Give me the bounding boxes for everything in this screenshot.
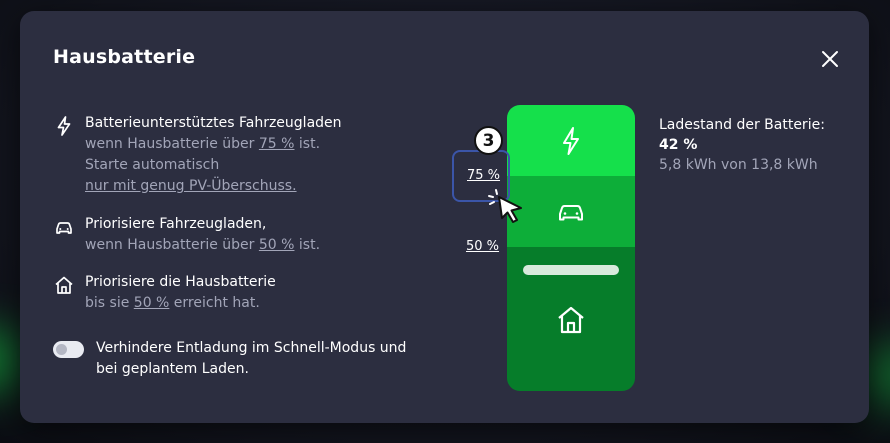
option-condition: wenn Hausbatterie über 75 % ist. — [85, 136, 321, 152]
house-battery-dialog: Hausbatterie Batterieunterstütztes Fahrz… — [20, 11, 869, 423]
threshold-link-75[interactable]: 75 % — [259, 136, 295, 152]
battery-segment-top — [507, 105, 635, 176]
lightning-icon — [563, 126, 579, 155]
threshold-link-50[interactable]: 50 % — [259, 237, 295, 253]
prevent-discharge-toggle[interactable] — [53, 341, 84, 358]
option-condition: bis sie 50 % erreicht hat. — [85, 295, 260, 311]
car-icon — [559, 204, 583, 220]
toggle-label: Verhindere Entladung im Schnell-Modus un… — [96, 340, 407, 377]
close-icon — [822, 51, 838, 67]
status-energy: 5,8 kWh von 13,8 kWh — [659, 157, 818, 173]
battery-segment-middle — [507, 176, 635, 247]
battery-status: Ladestand der Batterie: 42 % 5,8 kWh von… — [659, 115, 825, 175]
threshold-link-50-home[interactable]: 50 % — [134, 295, 170, 311]
car-icon — [56, 222, 72, 234]
background-glow-left — [0, 330, 20, 390]
option-heading: Priorisiere Fahrzeugladen, — [85, 216, 267, 232]
status-percent: 42 % — [659, 137, 698, 153]
threshold-lower-label[interactable]: 50 % — [466, 239, 499, 254]
step-badge: 3 — [474, 126, 503, 155]
option-auto-start: Starte automatisch — [85, 157, 220, 173]
pv-surplus-link[interactable]: nur mit genug PV-Überschuss. — [85, 176, 342, 197]
home-icon — [558, 306, 584, 334]
threshold-upper-label[interactable]: 75 % — [467, 168, 500, 183]
dialog-title: Hausbatterie — [53, 46, 196, 68]
home-icon — [55, 276, 73, 294]
battery-level-indicator[interactable] — [523, 265, 619, 275]
lightning-icon — [57, 116, 71, 136]
option-heading: Batterieunterstütztes Fahrzeugladen — [85, 115, 342, 131]
battery-graphic — [507, 105, 635, 391]
pointer-cursor-icon — [488, 189, 522, 223]
option-heading: Priorisiere die Hausbatterie — [85, 274, 276, 290]
close-button[interactable] — [818, 47, 842, 71]
option-condition: wenn Hausbatterie über 50 % ist. — [85, 237, 321, 253]
toggle-knob — [56, 344, 67, 355]
status-label: Ladestand der Batterie: — [659, 117, 825, 133]
